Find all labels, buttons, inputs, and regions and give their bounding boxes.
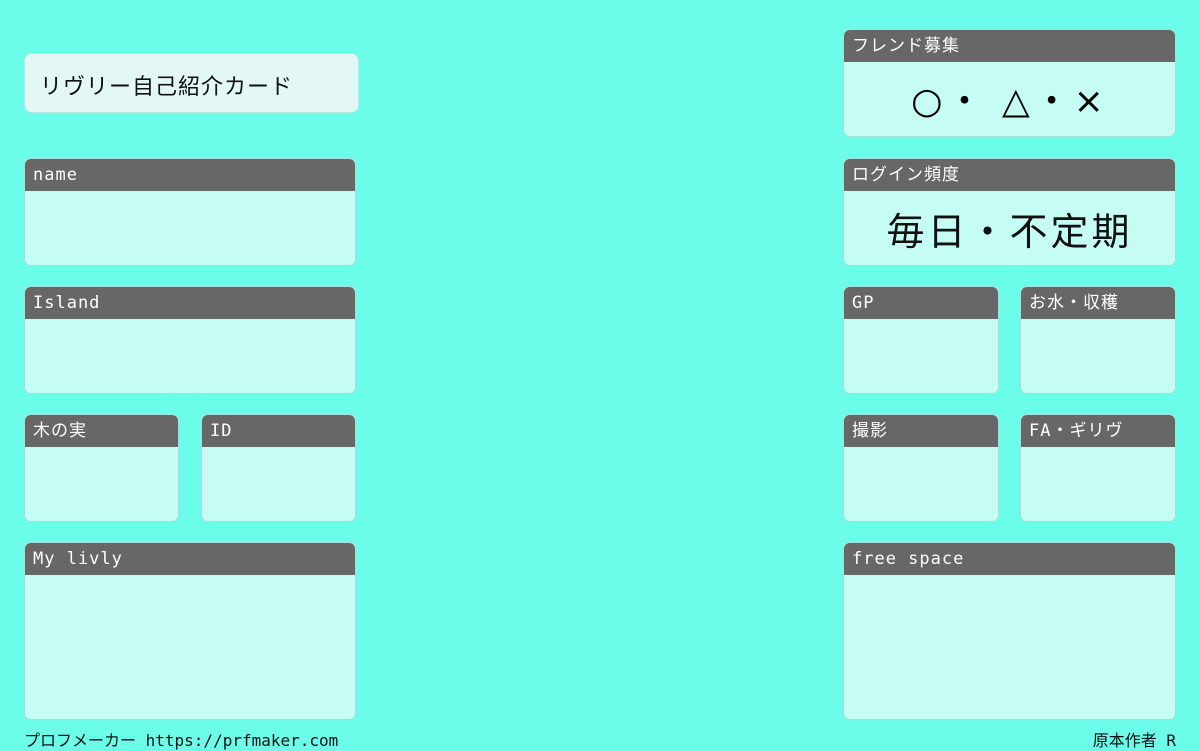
card-my-livly[interactable]: My livly (24, 542, 356, 720)
friend-recruit-value: ○・ △・× (911, 81, 1108, 122)
card-gp[interactable]: GP (843, 286, 999, 394)
page-title: リヴリー自己紹介カード (40, 75, 294, 100)
card-free-space[interactable]: free space (843, 542, 1176, 720)
card-island-label: Island (25, 287, 355, 319)
card-water-value[interactable] (1021, 319, 1175, 393)
card-friend-body[interactable]: ○・ △・× (844, 62, 1175, 136)
login-frequency-value: 毎日・不定期 (886, 210, 1133, 254)
card-fa-value[interactable] (1021, 447, 1175, 521)
card-fa-label: FA・ギリヴ (1021, 415, 1175, 447)
card-name-label: name (25, 159, 355, 191)
card-free-space-value[interactable] (844, 575, 1175, 719)
card-id-label: ID (202, 415, 355, 447)
footer-maker-credit: プロフメーカー https://prfmaker.com (24, 731, 339, 750)
card-water-label: お水・収穫 (1021, 287, 1175, 319)
card-name[interactable]: name (24, 158, 356, 266)
card-login-label: ログイン頻度 (844, 159, 1175, 191)
card-friend[interactable]: フレンド募集 ○・ △・× (843, 29, 1176, 137)
card-my-livly-label: My livly (25, 543, 355, 575)
card-photo-value[interactable] (844, 447, 998, 521)
card-name-value[interactable] (25, 191, 355, 265)
card-nuts-label: 木の実 (25, 415, 178, 447)
card-photo-label: 撮影 (844, 415, 998, 447)
card-gp-value[interactable] (844, 319, 998, 393)
card-fa[interactable]: FA・ギリヴ (1020, 414, 1176, 522)
card-my-livly-value[interactable] (25, 575, 355, 719)
card-free-space-label: free space (844, 543, 1175, 575)
card-water[interactable]: お水・収穫 (1020, 286, 1176, 394)
card-id-value[interactable] (202, 447, 355, 521)
card-photo[interactable]: 撮影 (843, 414, 999, 522)
card-id[interactable]: ID (201, 414, 356, 522)
card-island[interactable]: Island (24, 286, 356, 394)
footer-author-credit: 原本作者 R (1092, 731, 1176, 750)
title-box: リヴリー自己紹介カード (24, 53, 359, 113)
card-login[interactable]: ログイン頻度 毎日・不定期 (843, 158, 1176, 266)
card-login-body[interactable]: 毎日・不定期 (844, 191, 1175, 265)
card-friend-label: フレンド募集 (844, 30, 1175, 62)
card-nuts-value[interactable] (25, 447, 178, 521)
card-nuts[interactable]: 木の実 (24, 414, 179, 522)
card-gp-label: GP (844, 287, 998, 319)
card-island-value[interactable] (25, 319, 355, 393)
